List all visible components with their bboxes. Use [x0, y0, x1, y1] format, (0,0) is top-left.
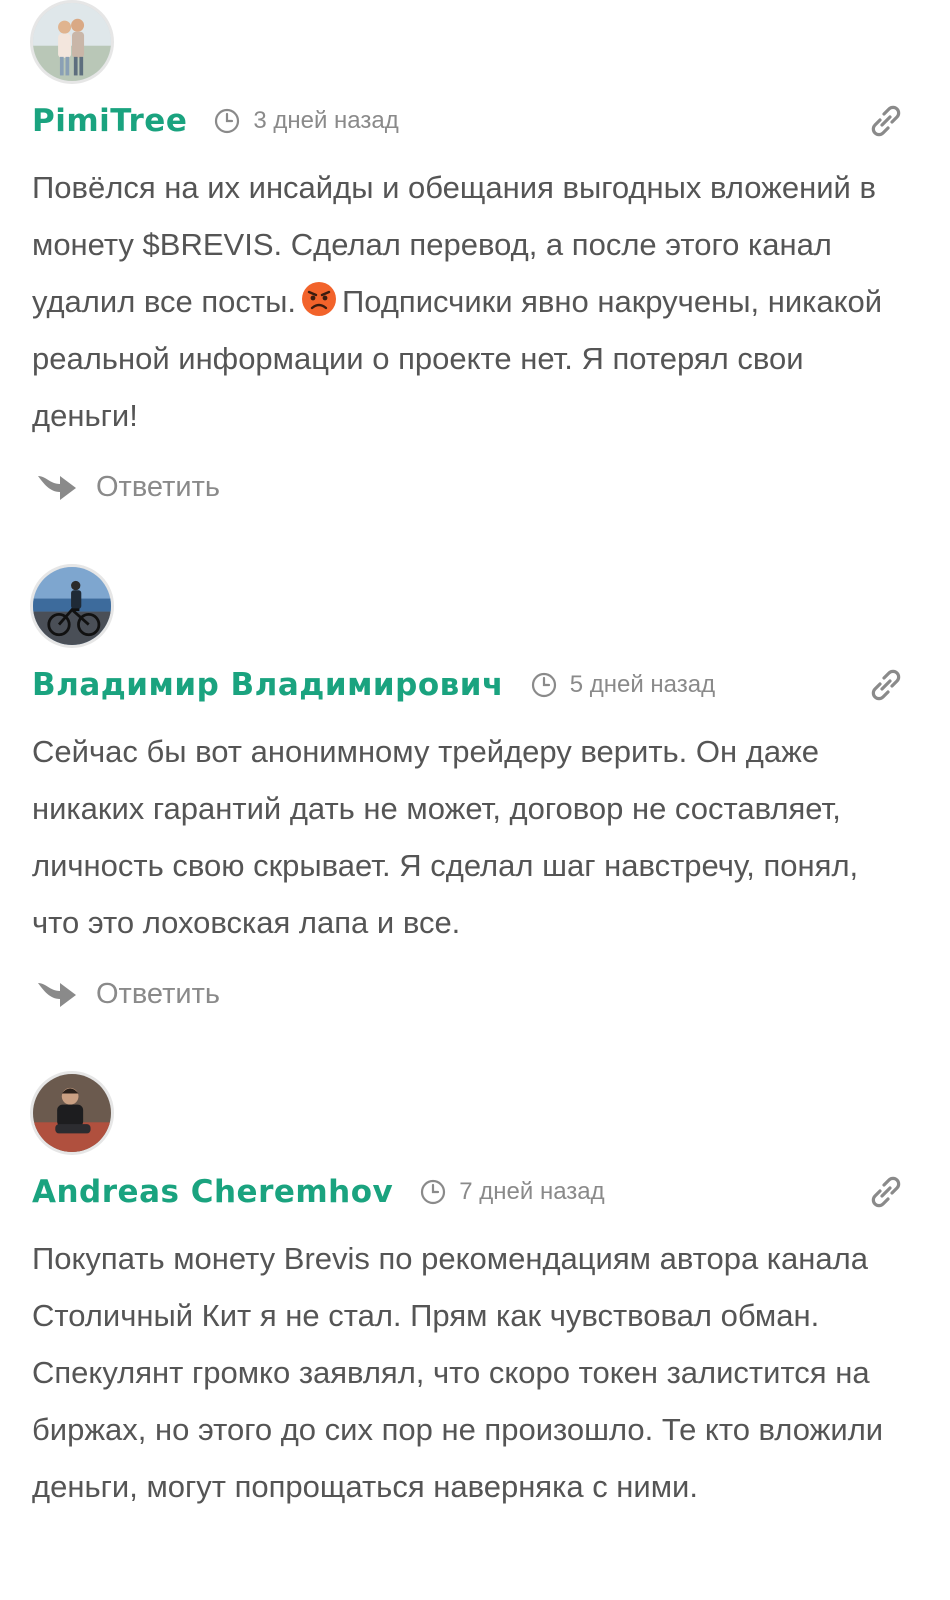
comment-meta: Andreas Cheremhov 7 дней назад [32, 1172, 910, 1212]
comment-text: Сейчас бы вот анонимному трейдеру верить… [32, 734, 859, 940]
comment-meta: Владимир Владимирович 5 дней назад [32, 665, 910, 705]
link-icon[interactable] [868, 1174, 904, 1210]
reply-arrow-icon [38, 476, 76, 500]
author-name[interactable]: Владимир Владимирович [32, 667, 504, 703]
comment-time: 3 дней назад [213, 107, 399, 135]
avatar[interactable] [30, 564, 114, 648]
avatar-photo [33, 567, 111, 645]
reply-button[interactable]: Ответить [36, 977, 220, 1011]
clock-icon [421, 1179, 446, 1205]
comment-meta: PimiTree 3 дней назад [32, 101, 910, 141]
avatar-photo [33, 1074, 111, 1152]
angry-face-icon [302, 282, 336, 316]
comment-text: Покупать монету Brevis по рекомендациям … [32, 1241, 884, 1504]
reply-label: Ответить [96, 977, 220, 1010]
avatar[interactable] [30, 0, 114, 84]
reply-arrow-icon [38, 983, 76, 1007]
comment-time-label: 3 дней назад [253, 107, 399, 134]
comment-text: Повёлся на их инсайды и обещания выгодны… [32, 159, 912, 444]
avatar[interactable] [30, 1071, 114, 1155]
link-icon[interactable] [868, 667, 904, 703]
author-name[interactable]: Andreas Cheremhov [32, 1174, 393, 1210]
comment-time: 7 дней назад [419, 1178, 605, 1206]
clock-icon [215, 108, 240, 134]
clock-icon [531, 672, 556, 698]
author-name[interactable]: PimiTree [32, 103, 187, 139]
avatar-photo [33, 3, 111, 81]
comment-time-label: 7 дней назад [459, 1178, 605, 1205]
link-icon[interactable] [868, 103, 904, 139]
comment-time: 5 дней назад [530, 671, 715, 699]
reply-button[interactable]: Ответить [36, 470, 220, 504]
comment-time-label: 5 дней назад [569, 671, 716, 698]
reply-label: Ответить [96, 470, 220, 503]
